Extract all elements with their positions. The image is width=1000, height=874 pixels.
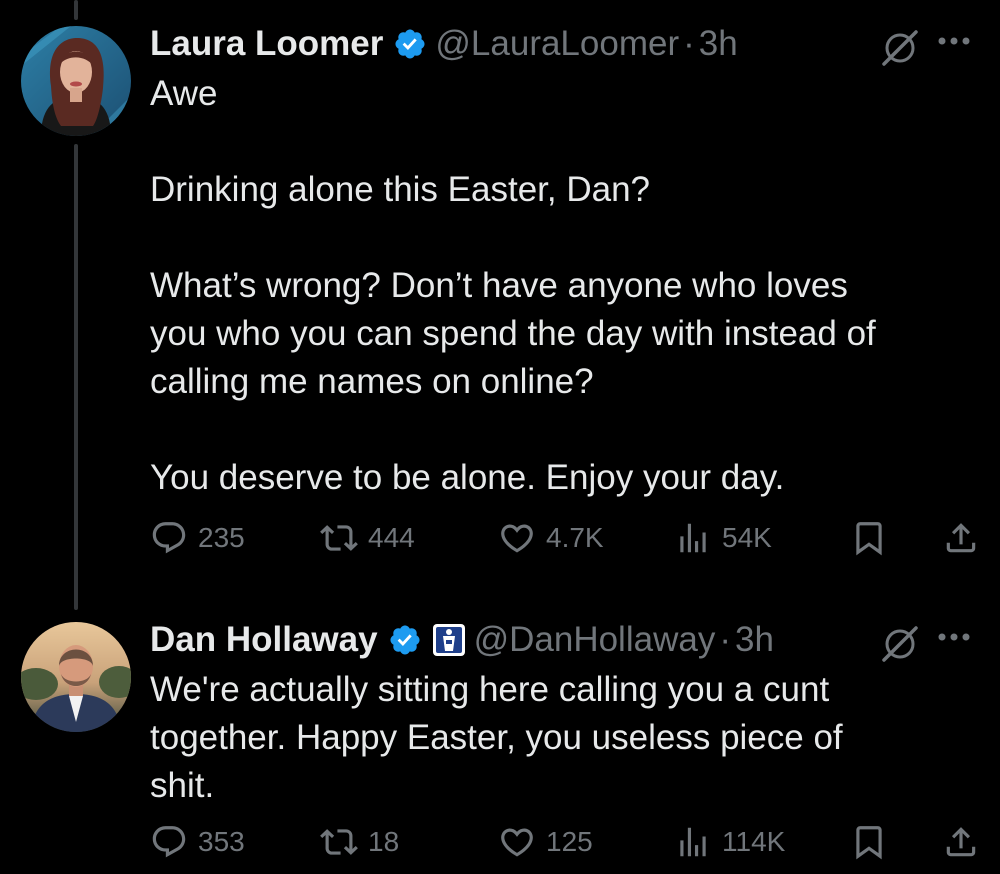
tweet-header: Laura Loomer @LauraLoomer · 3h: [150, 18, 950, 70]
like-count: 125: [546, 826, 593, 857]
repost-button[interactable]: 444: [320, 518, 415, 558]
repost-icon: [320, 519, 358, 557]
views-button[interactable]: 54K: [674, 518, 772, 558]
repost-count: 18: [368, 826, 400, 857]
separator-dot: ·: [719, 620, 731, 659]
bookmark-icon: [850, 519, 888, 557]
thread-connector-top: [74, 0, 78, 20]
tweet-text-line: We're actually sitting here calling you …: [150, 670, 830, 709]
like-icon: [498, 823, 536, 861]
like-button[interactable]: 125: [498, 822, 593, 862]
separator-dot: ·: [683, 24, 695, 63]
reply-button[interactable]: 235: [150, 518, 245, 558]
avatar[interactable]: [21, 26, 131, 136]
views-icon: [674, 823, 712, 861]
grok-icon[interactable]: [880, 624, 920, 669]
views-button[interactable]: 114K: [674, 822, 785, 862]
tweet-header: Dan Hollaway @DanHollaway · 3h: [150, 614, 950, 666]
bookmark-icon: [850, 823, 888, 861]
tweet-text-line: together. Happy Easter, you useless piec…: [150, 718, 843, 757]
like-button[interactable]: 4.7K: [498, 518, 604, 558]
tweet-text-line: shit.: [150, 766, 215, 805]
affiliate-badge-icon[interactable]: [432, 623, 466, 657]
author-name[interactable]: Laura Loomer: [150, 24, 383, 64]
author-handle[interactable]: @LauraLoomer: [435, 24, 679, 64]
thread-connector: [74, 144, 78, 610]
share-button[interactable]: [942, 822, 980, 862]
tweet-text-line: you who you can spend the day with inste…: [150, 314, 876, 353]
like-count: 4.7K: [546, 522, 604, 553]
tweet-text-line: What’s wrong? Don’t have anyone who love…: [150, 266, 848, 305]
reply-icon: [150, 823, 188, 861]
like-icon: [498, 519, 536, 557]
verified-badge-icon[interactable]: [388, 623, 422, 657]
tweet-actions: 235 444 4.7K 54K: [150, 518, 990, 558]
views-count: 114K: [722, 826, 786, 857]
reply-count: 235: [198, 522, 245, 553]
reply-count: 353: [198, 826, 245, 857]
share-icon: [942, 823, 980, 861]
share-button[interactable]: [942, 518, 980, 558]
timestamp[interactable]: 3h: [699, 24, 738, 64]
author-name[interactable]: Dan Hollaway: [150, 620, 378, 660]
tweet-actions: 353 18 125 114K: [150, 822, 990, 862]
reply-icon: [150, 519, 188, 557]
avatar[interactable]: [21, 622, 131, 732]
bookmark-button[interactable]: [850, 518, 888, 558]
more-icon[interactable]: [936, 34, 972, 52]
views-icon: [674, 519, 712, 557]
author-handle[interactable]: @DanHollaway: [474, 620, 716, 660]
tweet-text-line: Drinking alone this Easter, Dan?: [150, 170, 650, 209]
verified-badge-icon[interactable]: [393, 27, 427, 61]
tweet-text-line: calling me names on online?: [150, 362, 594, 401]
tweet-text-line: You deserve to be alone. Enjoy your day.: [150, 458, 785, 497]
grok-icon[interactable]: [880, 28, 920, 73]
reply-button[interactable]: 353: [150, 822, 245, 862]
share-icon: [942, 519, 980, 557]
tweet-text-line: Awe: [150, 74, 218, 113]
views-count: 54K: [722, 522, 772, 553]
tweet-text: Awe Drinking alone this Easter, Dan? Wha…: [150, 70, 950, 502]
more-icon[interactable]: [936, 630, 972, 648]
timestamp[interactable]: 3h: [735, 620, 774, 660]
tweet-text: We're actually sitting here calling you …: [150, 666, 950, 810]
repost-icon: [320, 823, 358, 861]
bookmark-button[interactable]: [850, 822, 888, 862]
repost-button[interactable]: 18: [320, 822, 399, 862]
repost-count: 444: [368, 522, 415, 553]
